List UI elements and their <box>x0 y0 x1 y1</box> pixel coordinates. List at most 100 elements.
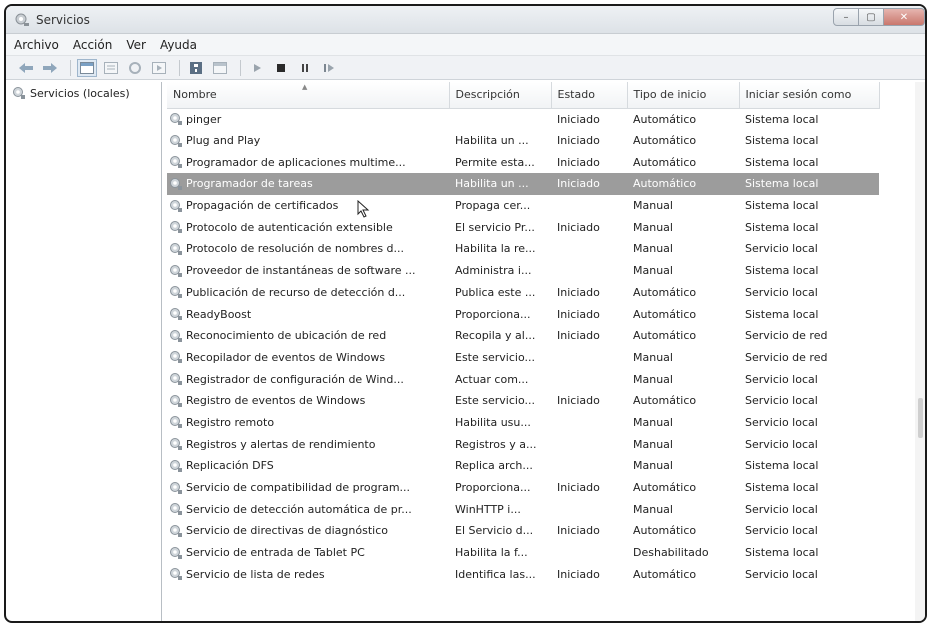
column-header-estado[interactable]: Estado <box>551 82 628 109</box>
cell-status: Iniciado <box>551 173 627 195</box>
cell-description: Actuar com... <box>455 372 529 386</box>
cell-status: Iniciado <box>557 481 600 495</box>
cell-logon-as: Sistema local <box>745 155 819 169</box>
gear-magnifier-icon <box>170 264 182 277</box>
vertical-scrollbar[interactable] <box>915 82 925 621</box>
cell-status: Iniciado <box>557 134 600 148</box>
column-header-tipo-inicio[interactable]: Tipo de inicio <box>627 82 740 109</box>
table-row[interactable]: Registros y alertas de rendimiento Regist… <box>167 433 879 455</box>
play-icon[interactable] <box>247 59 267 77</box>
column-header-nombre[interactable]: Nombre ▲ <box>167 82 450 109</box>
menu-accion[interactable]: Acción <box>73 38 112 52</box>
cell-startup-type: Automático <box>633 394 697 408</box>
service-name: Registros y alertas de rendimiento <box>186 437 376 451</box>
cell-logon-as: Sistema local <box>745 481 819 495</box>
cell-status: Iniciado <box>557 112 600 126</box>
help-icon[interactable] <box>186 59 206 77</box>
table-row[interactable]: Registrador de configuración de Wind... A… <box>167 368 879 390</box>
service-name: Publicación de recurso de detección d... <box>186 285 406 299</box>
menu-archivo[interactable]: Archivo <box>14 38 59 52</box>
forward-arrow-icon[interactable] <box>40 59 60 77</box>
service-name: ReadyBoost <box>186 307 252 321</box>
service-name: Programador de tareas <box>186 177 313 191</box>
table-row[interactable]: ReadyBoost Proporciona... Iniciado Automáti… <box>167 303 879 325</box>
pause-icon[interactable] <box>295 59 315 77</box>
cell-logon-as: Sistema local <box>745 546 819 560</box>
cell-status <box>551 498 627 520</box>
cell-startup-type: Deshabilitado <box>633 546 709 560</box>
cell-logon-as: Servicio local <box>745 415 818 429</box>
cell-name: Servicio de lista de redes <box>167 563 449 585</box>
gear-magnifier-icon <box>13 87 25 99</box>
column-header-iniciar-sesion[interactable]: Iniciar sesión como <box>739 82 880 109</box>
cell-status: Iniciado <box>557 329 600 343</box>
gear-magnifier-icon <box>170 221 182 234</box>
service-name: Servicio de compatibilidad de program... <box>186 481 411 495</box>
table-row[interactable]: Registro de eventos de Windows Este servi… <box>167 390 879 412</box>
scrollbar-thumb[interactable] <box>918 398 923 438</box>
cell-status <box>551 368 627 390</box>
gear-magnifier-icon <box>170 113 182 126</box>
cell-startup-type: Manual <box>633 502 673 516</box>
table-row[interactable]: Servicio de compatibilidad de program...… <box>167 477 879 499</box>
table-row[interactable]: Protocolo de resolución de nombres d... H… <box>167 238 879 260</box>
table-row[interactable]: Servicio de entrada de Tablet PC Habilita… <box>167 542 879 564</box>
maximize-button[interactable]: ▢ <box>858 8 884 26</box>
stop-icon[interactable] <box>271 59 291 77</box>
table-row[interactable]: Replicación DFS Replica arch... Manual Sist… <box>167 455 879 477</box>
menu-ayuda[interactable]: Ayuda <box>160 38 197 52</box>
properties-icon[interactable] <box>101 59 121 77</box>
console-tree: Servicios (locales) <box>6 82 162 621</box>
service-name: Servicio de entrada de Tablet PC <box>186 546 365 560</box>
cell-description: WinHTTP i... <box>455 502 521 516</box>
cell-name: Recopilador de eventos de Windows <box>167 347 449 369</box>
show-hide-pane-icon[interactable] <box>210 59 230 77</box>
gear-magnifier-icon <box>170 242 182 255</box>
table-row[interactable]: Programador de aplicaciones multime... Pe… <box>167 151 879 173</box>
gear-magnifier-icon <box>170 199 182 212</box>
minimize-button[interactable]: – <box>833 8 859 26</box>
table-row[interactable]: Registro remoto Habilita usu... Manual Serv… <box>167 412 879 434</box>
service-name: Propagación de certificados <box>186 199 339 213</box>
cell-description: Habilita un ... <box>455 134 529 148</box>
table-row[interactable]: Publicación de recurso de detección d...… <box>167 282 879 304</box>
cell-description: Proporciona... <box>455 481 531 495</box>
cell-startup-type: Automático <box>633 524 697 538</box>
service-name: Plug and Play <box>186 134 261 148</box>
table-row[interactable]: Programador de tareas Habilita un ... Inic… <box>167 173 879 195</box>
table-row[interactable]: Recopilador de eventos de Windows Este se… <box>167 347 879 369</box>
table-row[interactable]: pinger Iniciado Automático Sistema local <box>167 108 879 130</box>
cell-description: Habilita la re... <box>455 242 536 256</box>
table-row[interactable]: Proveedor de instantáneas de software ..… <box>167 260 879 282</box>
cell-startup-type: Automático <box>633 481 697 495</box>
table-row[interactable]: Servicio de directivas de diagnóstico El … <box>167 520 879 542</box>
table-row[interactable]: Reconocimiento de ubicación de red Recopi… <box>167 325 879 347</box>
refresh-icon[interactable] <box>125 59 145 77</box>
service-name: Protocolo de autenticación extensible <box>186 220 393 234</box>
table-row[interactable]: Propagación de certificados Propaga cer..… <box>167 195 879 217</box>
services-table: Nombre ▲ Descripción Estado Tipo de inici… <box>167 82 880 585</box>
title-bar[interactable]: Servicios – ▢ ✕ <box>6 6 925 34</box>
back-arrow-icon[interactable] <box>16 59 36 77</box>
tree-item-services-local[interactable]: Servicios (locales) <box>12 86 155 100</box>
export-list-icon[interactable] <box>149 59 169 77</box>
cell-name: Programador de aplicaciones multime... <box>167 151 449 173</box>
service-name: Protocolo de resolución de nombres d... <box>186 242 405 256</box>
cell-name: Registrador de configuración de Wind... <box>167 368 449 390</box>
restart-icon[interactable] <box>319 59 339 77</box>
console-tree-icon[interactable] <box>77 58 97 77</box>
cell-name: Registro remoto <box>167 412 449 434</box>
table-row[interactable]: Servicio de detección automática de pr..… <box>167 498 879 520</box>
table-row[interactable]: Plug and Play Habilita un ... Iniciado Auto… <box>167 130 879 152</box>
close-button[interactable]: ✕ <box>883 8 925 26</box>
cell-startup-type: Manual <box>633 437 673 451</box>
column-header-descripcion[interactable]: Descripción <box>449 82 552 109</box>
cell-logon-as: Servicio local <box>745 502 818 516</box>
menu-ver[interactable]: Ver <box>126 38 146 52</box>
cell-description: Habilita usu... <box>455 415 531 429</box>
cell-startup-type: Manual <box>633 242 673 256</box>
table-row[interactable]: Servicio de lista de redes Identifica las… <box>167 563 879 585</box>
cell-name: Plug and Play <box>167 130 449 152</box>
table-row[interactable]: Protocolo de autenticación extensible El … <box>167 216 879 238</box>
service-name: Registrador de configuración de Wind... <box>186 372 404 386</box>
